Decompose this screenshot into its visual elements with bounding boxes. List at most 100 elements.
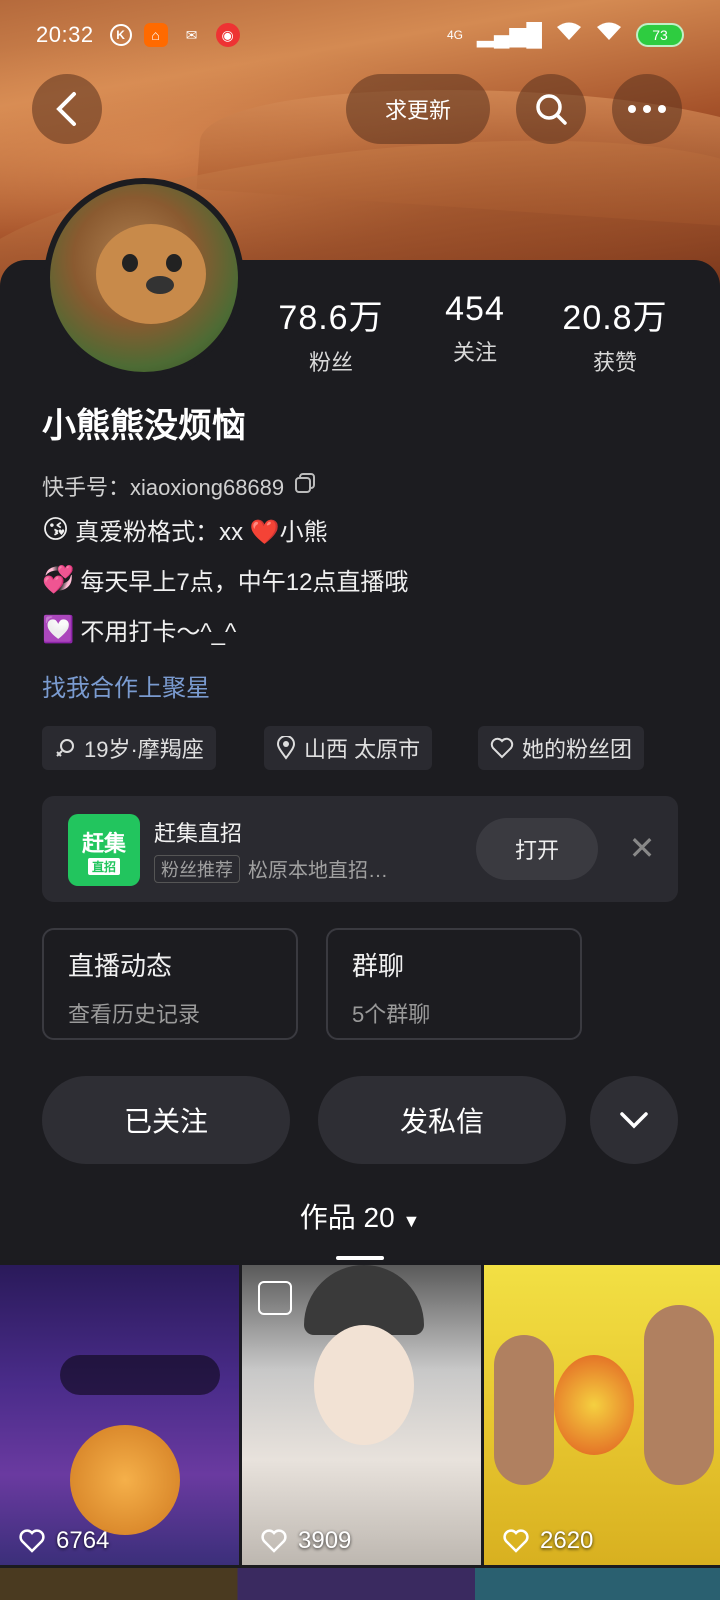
close-icon[interactable]: ✕	[622, 828, 662, 868]
promo-title: 赶集直招	[154, 821, 243, 846]
thumb-overlay	[60, 1355, 220, 1395]
promo-desc: 松原本地直招…	[248, 860, 388, 882]
followed-button[interactable]: 已关注	[42, 1076, 290, 1164]
video-likes: 6764	[18, 1527, 109, 1555]
card-subtitle: 查看历史记录	[68, 1002, 201, 1027]
promo-subtitle: 粉丝推荐 松原本地直招…	[154, 854, 388, 883]
profile-name: 小熊熊没烦恼	[42, 407, 246, 445]
tab-label: 作品 20	[299, 1202, 395, 1233]
video-grid-next-row	[0, 1568, 720, 1600]
signal-icon: ▂▄▆█	[476, 22, 542, 47]
tab-works[interactable]: 作品 20 ▼	[0, 1196, 720, 1236]
tag-fan-group[interactable]: 她的粉丝团	[478, 726, 645, 770]
video-thumbnail[interactable]: 6764	[0, 1265, 239, 1565]
stat-followers[interactable]: 78.6万 粉丝	[272, 290, 390, 377]
video-likes: 3909	[260, 1527, 351, 1555]
live-activity-card[interactable]: 直播动态 查看历史记录	[42, 928, 298, 1040]
thumb-monkey	[494, 1335, 554, 1485]
heart-decoration-emoji-icon: 💟	[42, 614, 75, 644]
bio-text: 不用打卡～^_^	[80, 619, 237, 646]
avatar-nose	[146, 276, 174, 294]
stat-likes[interactable]: 20.8万 获赞	[556, 290, 674, 377]
tag-age-zodiac[interactable]: 19岁·摩羯座	[42, 726, 216, 770]
tag-text: 她的粉丝团	[522, 737, 633, 762]
likes-count: 3909	[298, 1527, 352, 1554]
app-notification-icon: ⌂	[143, 23, 168, 47]
gender-female-icon	[56, 739, 74, 757]
battery-indicator: 73	[636, 23, 684, 47]
avatar-eye	[166, 254, 182, 272]
stat-label: 关注	[452, 340, 497, 365]
logo-sub: 直招	[87, 857, 120, 875]
avatar-eye	[122, 254, 138, 272]
request-update-button[interactable]: 求更新	[346, 74, 490, 144]
card-title: 群聊	[352, 951, 405, 981]
notification-icons: K ⌂ ✉ ◉	[109, 23, 240, 47]
bio-line: 😘 真爱粉格式：xx ❤️小熊	[42, 512, 328, 547]
stat-value: 20.8万	[562, 299, 668, 337]
more-dots-icon	[628, 105, 666, 113]
kuaishou-id: 快手号：xiaoxiong68689	[42, 470, 316, 502]
heart-outline-icon	[490, 737, 514, 759]
thumb-logo	[554, 1355, 634, 1455]
thumb-face	[314, 1325, 414, 1445]
bio-line: 💞 每天早上7点，中午12点直播哦	[42, 562, 408, 597]
k-app-icon: K	[109, 24, 132, 46]
kuaishou-id-text: 快手号：xiaoxiong68689	[42, 475, 285, 500]
promo-banner[interactable]: 赶集 直招 赶集直招 粉丝推荐 松原本地直招… 打开 ✕	[42, 796, 678, 902]
chevron-down-icon	[620, 1112, 648, 1129]
video-thumbnail[interactable]: 3909	[242, 1265, 481, 1565]
copy-icon[interactable]	[294, 472, 316, 500]
chevron-left-icon	[56, 92, 76, 126]
network-type: 4G	[446, 28, 463, 42]
wifi-icon	[596, 22, 622, 48]
back-button[interactable]	[32, 74, 102, 144]
stat-value: 454	[445, 290, 505, 328]
tag-location[interactable]: 山西 太原市	[264, 726, 433, 770]
thumb-bear	[70, 1425, 180, 1535]
logo-text: 赶集	[81, 830, 126, 856]
tag-text: 19岁·摩羯座	[84, 737, 204, 762]
heart-outline-icon	[261, 1529, 287, 1553]
stat-label: 粉丝	[308, 350, 353, 375]
heart-outline-icon	[503, 1529, 529, 1553]
likes-count: 2620	[540, 1527, 594, 1554]
status-bar: 20:32 K ⌂ ✉ ◉ 4G ▂▄▆█ 73	[0, 0, 720, 70]
more-options-button[interactable]	[612, 74, 682, 144]
stat-value: 78.6万	[278, 299, 384, 337]
card-title: 直播动态	[68, 951, 173, 981]
heart-outline-icon	[19, 1529, 45, 1553]
expand-button[interactable]	[590, 1076, 678, 1164]
search-button[interactable]	[516, 74, 586, 144]
thumb-monkey	[644, 1305, 714, 1485]
card-subtitle: 5个群聊	[352, 1002, 431, 1027]
promo-badge: 粉丝推荐	[154, 854, 240, 883]
bio-text: 真爱粉格式：xx ❤️小熊	[75, 519, 328, 546]
bio-text: 每天早上7点，中午12点直播哦	[80, 569, 409, 596]
send-message-button[interactable]: 发私信	[318, 1076, 566, 1164]
bio-line: 💟 不用打卡～^_^	[42, 612, 236, 647]
status-time: 20:32	[36, 22, 94, 47]
wifi-icon	[556, 22, 582, 48]
video-thumbnail[interactable]: 2620	[484, 1265, 720, 1565]
stat-label: 获赞	[592, 350, 637, 375]
ganji-logo: 赶集 直招	[68, 814, 140, 886]
video-likes: 2620	[502, 1527, 593, 1555]
promo-open-button[interactable]: 打开	[476, 818, 598, 880]
dropdown-triangle-icon: ▼	[402, 1211, 421, 1231]
avatar-bear	[96, 224, 206, 324]
avatar[interactable]	[44, 178, 244, 378]
tag-text: 山西 太原市	[304, 737, 421, 762]
mail-icon: ✉	[185, 26, 198, 43]
likes-count: 6764	[56, 1527, 110, 1554]
search-icon	[536, 94, 567, 125]
image-gallery-icon	[258, 1281, 292, 1315]
weibo-icon: ◉	[215, 23, 240, 47]
tab-indicator	[336, 1256, 384, 1260]
group-chat-card[interactable]: 群聊 5个群聊	[326, 928, 582, 1040]
stat-following[interactable]: 454 关注	[430, 290, 520, 367]
cooperation-link[interactable]: 找我合作上聚星	[42, 668, 210, 703]
location-pin-icon	[276, 736, 296, 760]
revolving-hearts-emoji-icon: 💞	[42, 564, 75, 594]
kiss-emoji-icon: 😘	[42, 514, 70, 544]
